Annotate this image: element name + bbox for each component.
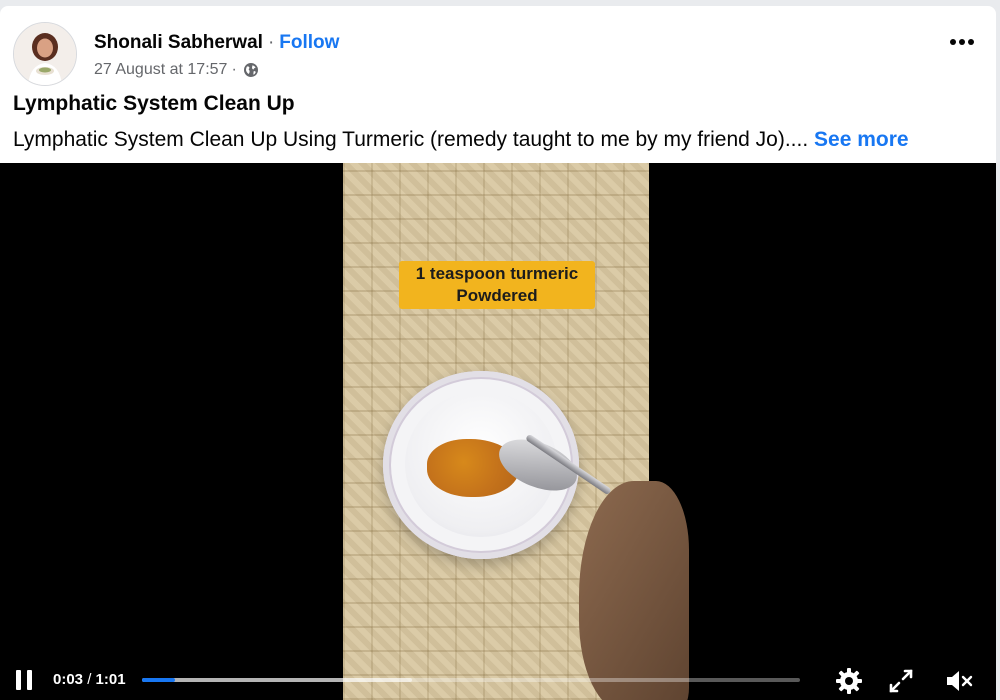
video-caption-line1: 1 teaspoon turmeric xyxy=(415,264,579,283)
more-options-icon[interactable] xyxy=(944,30,980,54)
post-card: Shonali Sabherwal · Follow 27 August at … xyxy=(0,6,996,700)
post-meta: 27 August at 17:57 · xyxy=(94,61,259,79)
current-time: 0:03 xyxy=(53,671,84,688)
separator-dot: · xyxy=(267,32,275,53)
video-frame: 1 teaspoon turmeric Powdered xyxy=(343,163,689,700)
post-body: Lymphatic System Clean Up Using Turmeric… xyxy=(13,128,988,152)
follow-button[interactable]: Follow xyxy=(279,32,339,54)
pause-icon[interactable] xyxy=(16,670,34,690)
author-name[interactable]: Shonali Sabherwal xyxy=(94,32,263,54)
post-title: Lymphatic System Clean Up xyxy=(13,92,295,115)
video-controls: 0:03 / 1:01 xyxy=(0,656,996,700)
post-body-text: Lymphatic System Clean Up Using Turmeric… xyxy=(13,128,809,151)
author-line: Shonali Sabherwal · Follow xyxy=(94,31,339,55)
globe-icon xyxy=(243,62,259,78)
author-avatar[interactable] xyxy=(13,22,77,86)
video-duration: 1:01 xyxy=(95,671,126,688)
video-caption-line2: Powdered xyxy=(456,286,538,305)
bowl-image xyxy=(383,371,585,559)
see-more-link[interactable]: See more xyxy=(814,128,909,151)
video-time: 0:03 / 1:01 xyxy=(53,671,126,688)
video-player[interactable]: 1 teaspoon turmeric Powdered xyxy=(0,163,996,700)
settings-gear-icon[interactable] xyxy=(834,666,864,696)
video-progress-bar[interactable] xyxy=(142,678,800,682)
meta-separator: · xyxy=(231,61,237,78)
time-separator: / xyxy=(87,671,92,688)
progress-buffered xyxy=(142,678,412,682)
post-timestamp[interactable]: 27 August at 17:57 xyxy=(94,61,227,79)
progress-played xyxy=(142,678,175,682)
volume-muted-icon[interactable] xyxy=(943,666,973,696)
video-caption: 1 teaspoon turmeric Powdered xyxy=(399,261,595,309)
fullscreen-icon[interactable] xyxy=(886,666,916,696)
